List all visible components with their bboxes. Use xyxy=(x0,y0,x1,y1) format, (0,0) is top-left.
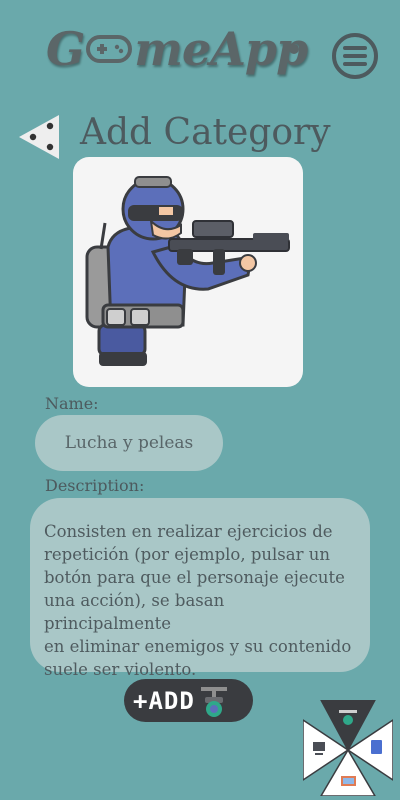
app-logo: G meApp xyxy=(46,18,308,80)
logo-dot xyxy=(289,44,299,54)
logo-suffix: meApp xyxy=(134,22,308,76)
document-icon[interactable] xyxy=(371,740,382,754)
logo-prefix: G xyxy=(46,22,85,76)
radial-quick-menu[interactable] xyxy=(303,700,393,796)
gamepad-icon xyxy=(86,35,133,63)
category-image[interactable] xyxy=(73,157,303,387)
soldier-illustration xyxy=(85,176,290,366)
back-arrow-icon[interactable] xyxy=(19,113,61,161)
page-title: Add Category xyxy=(80,112,331,153)
description-label: Description: xyxy=(45,476,145,495)
add-category-button[interactable]: +ADD xyxy=(124,679,253,722)
drone-icon xyxy=(200,686,227,717)
name-input[interactable]: Lucha y peleas xyxy=(35,415,223,471)
hamburger-menu-icon[interactable] xyxy=(330,31,380,81)
name-label: Name: xyxy=(45,394,99,413)
monitor-icon[interactable] xyxy=(341,776,356,786)
description-textarea[interactable]: Consisten en realizar ejercicios de repe… xyxy=(30,498,370,679)
add-button-label: +ADD xyxy=(133,686,195,715)
